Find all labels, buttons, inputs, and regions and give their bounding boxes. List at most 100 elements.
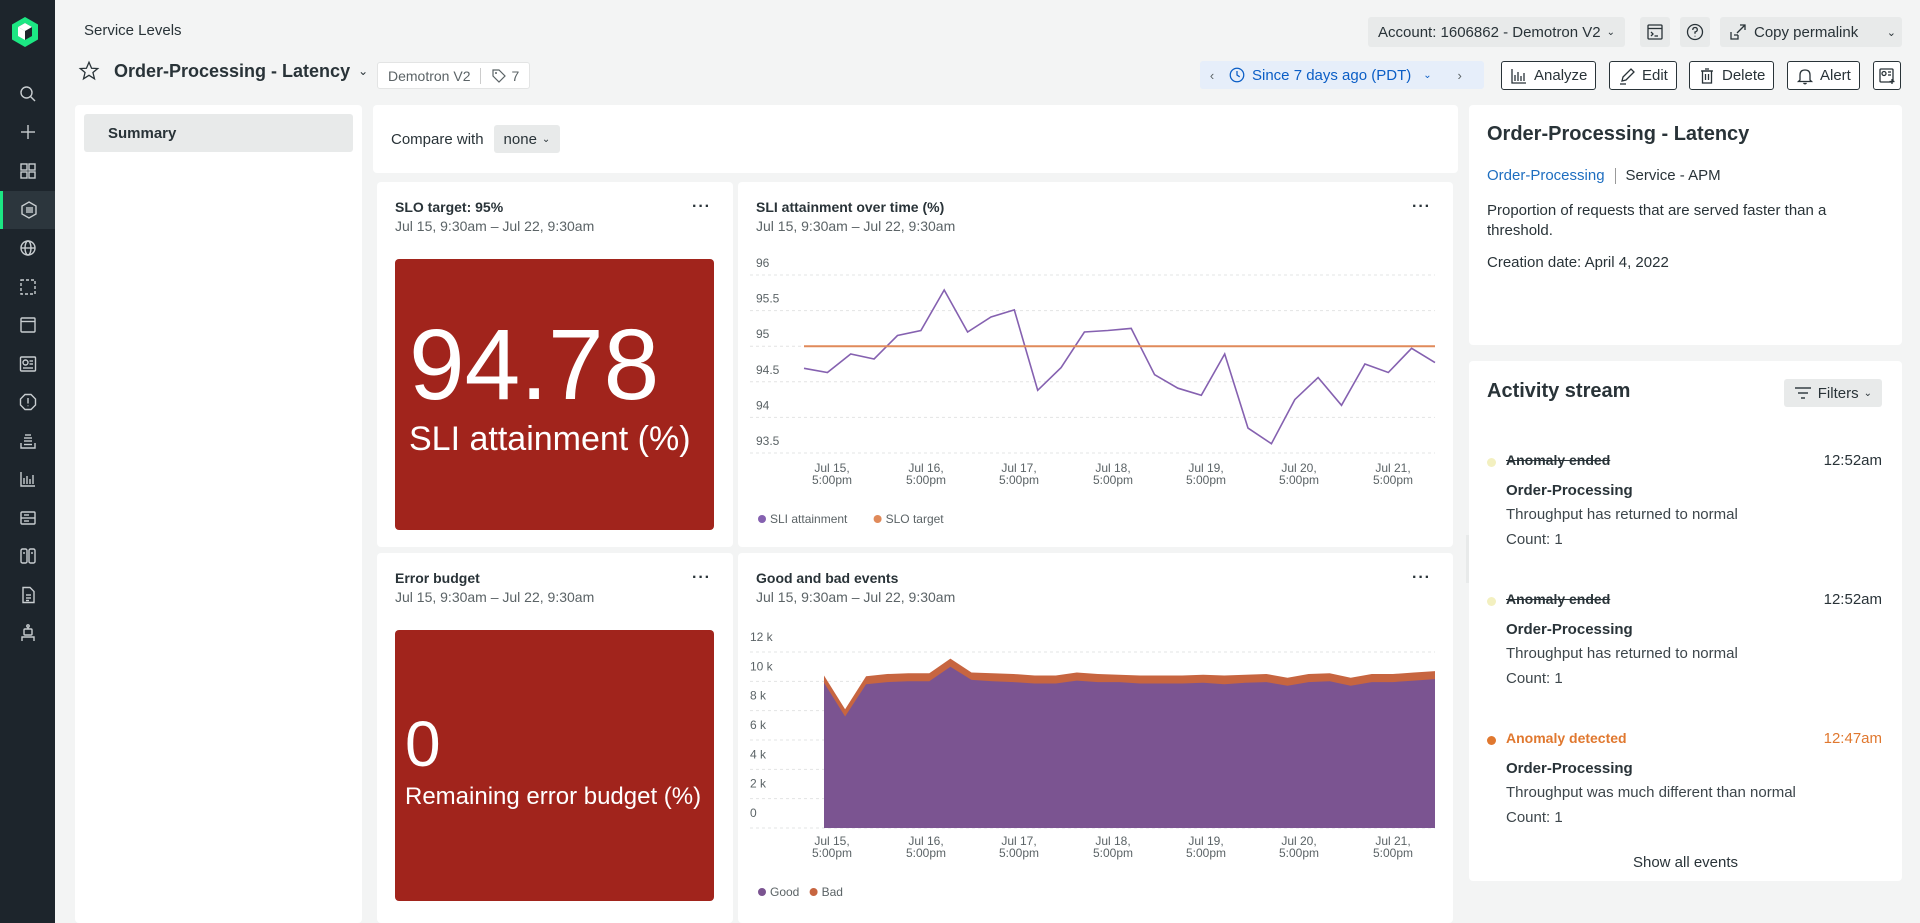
add-to-dashboard-icon: [1879, 67, 1895, 84]
y-tick-label: 0: [750, 806, 757, 820]
help-icon[interactable]: [1680, 17, 1710, 47]
time-range-label: Since 7 days ago (PDT): [1252, 66, 1412, 84]
search-icon[interactable]: [0, 75, 55, 113]
events-area-chart: 12 k 10 k 8 k 6 k 4 k 2 k 0 Jul 15, 5:00pm Jul 16…: [750, 630, 1435, 899]
more-options-icon[interactable]: ···: [1412, 569, 1431, 587]
workloads-icon[interactable]: [0, 537, 55, 575]
activity-event[interactable]: Anomaly ended 12:52am Order-Processing Thro…: [1469, 450, 1902, 570]
event-time: 12:52am: [1823, 452, 1882, 469]
entity-link[interactable]: Order-Processing: [1487, 167, 1605, 184]
account-selector-label: Account: 1606862 - Demotron V2: [1378, 23, 1601, 41]
x-tick-label: Jul 19, 5:00pm: [1186, 834, 1226, 860]
add-to-dashboard-button[interactable]: [1873, 61, 1901, 90]
chevron-down-icon[interactable]: ⌄: [1887, 26, 1896, 39]
legend-label: Bad: [822, 885, 843, 899]
query-chart-icon[interactable]: [0, 460, 55, 498]
service-levels-icon[interactable]: [0, 191, 55, 229]
tag-count: 7: [511, 67, 520, 84]
sli-description: Proportion of requests that are served f…: [1487, 202, 1827, 239]
alert-button[interactable]: Alert: [1787, 61, 1860, 90]
more-options-icon[interactable]: ···: [1412, 198, 1431, 216]
y-tick-label: 95: [756, 327, 770, 341]
event-entity: Order-Processing: [1506, 621, 1633, 638]
edit-button[interactable]: Edit: [1609, 61, 1677, 90]
y-tick-label: 93.5: [756, 434, 780, 448]
y-tick-label: 96: [756, 256, 770, 270]
activity-event[interactable]: Anomaly ended 12:52am Order-Processing Thro…: [1469, 589, 1902, 709]
billboard-label: Remaining error budget (%): [405, 783, 702, 810]
secondary-nav: Summary: [75, 105, 362, 923]
synthetics-robot-icon[interactable]: [0, 614, 55, 652]
sli-attainment-billboard: 94.78 SLI attainment (%): [395, 259, 714, 530]
event-type: Anomaly ended: [1506, 452, 1611, 468]
clock-icon: [1229, 67, 1245, 83]
time-picker[interactable]: ‹ Since 7 days ago (PDT) ⌄ ›: [1200, 61, 1484, 89]
browser-window-icon[interactable]: [0, 306, 55, 344]
chevron-down-icon: ⌄: [541, 133, 551, 145]
bell-icon: [1796, 68, 1814, 84]
document-icon[interactable]: [0, 576, 55, 614]
browser-select-icon[interactable]: [0, 268, 55, 306]
compare-label: Compare with: [391, 130, 484, 148]
alerts-icon[interactable]: [0, 383, 55, 421]
x-tick-label: Jul 15, 5:00pm: [812, 461, 852, 487]
previous-range-icon[interactable]: ‹: [1200, 68, 1224, 83]
more-options-icon[interactable]: ···: [692, 198, 711, 216]
more-options-icon[interactable]: ···: [692, 569, 711, 587]
analyze-button[interactable]: Analyze: [1501, 61, 1597, 90]
event-status-dot: [1487, 736, 1496, 745]
tag-icon: [492, 68, 507, 83]
trash-icon: [1701, 67, 1713, 84]
x-tick-label: Jul 19, 5:00pm: [1186, 461, 1226, 487]
x-tick-label: Jul 17, 5:00pm: [999, 834, 1039, 860]
terminal-icon[interactable]: [1640, 17, 1670, 47]
globe-icon[interactable]: [0, 229, 55, 267]
legend-label: SLO target: [886, 512, 945, 526]
account-selector[interactable]: Account: 1606862 - Demotron V2 ⌄: [1368, 17, 1626, 47]
good-events-area: [824, 666, 1435, 828]
logs-icon[interactable]: [0, 422, 55, 460]
card-time-range: Jul 15, 9:30am – Jul 22, 9:30am: [756, 589, 956, 605]
add-icon[interactable]: [0, 113, 55, 151]
entity-type: Service - APM: [1625, 167, 1721, 184]
event-time: 12:52am: [1823, 591, 1882, 608]
secondary-nav-summary[interactable]: Summary: [84, 114, 353, 152]
card-time-range: Jul 15, 9:30am – Jul 22, 9:30am: [395, 589, 595, 605]
share-link-icon: [1730, 24, 1746, 40]
activity-event[interactable]: Anomaly detected 12:47am Order-Processing T…: [1469, 728, 1902, 848]
filters-button[interactable]: Filters ⌄: [1783, 379, 1882, 407]
x-tick-label: Jul 21, 5:00pm: [1373, 834, 1413, 860]
new-relic-logo[interactable]: [10, 16, 40, 48]
legend-marker: [809, 888, 818, 896]
infrastructure-icon[interactable]: [0, 499, 55, 537]
card-title: SLI attainment over time (%): [756, 199, 945, 215]
copy-permalink-button[interactable]: Copy permalink ⌄: [1720, 17, 1902, 47]
event-time: 12:47am: [1823, 730, 1882, 747]
apps-grid-icon[interactable]: [0, 152, 55, 190]
show-all-events-link[interactable]: Show all events: [1469, 854, 1902, 871]
good-bad-events-card: Good and bad events Jul 15, 9:30am – Jul…: [738, 553, 1453, 923]
card-time-range: Jul 15, 9:30am – Jul 22, 9:30am: [395, 218, 595, 234]
x-tick-label: Jul 18, 5:00pm: [1093, 834, 1133, 860]
legend-marker: [758, 515, 766, 523]
compare-select[interactable]: none ⌄: [493, 125, 561, 153]
chevron-down-icon[interactable]: ⌄: [358, 64, 368, 78]
alert-label: Alert: [1820, 67, 1851, 84]
edit-label: Edit: [1642, 67, 1668, 84]
x-tick-label: Jul 20, 5:00pm: [1279, 461, 1319, 487]
delete-button[interactable]: Delete: [1689, 61, 1775, 90]
card-title: Good and bad events: [756, 570, 899, 586]
error-budget-card: Error budget Jul 15, 9:30am – Jul 22, 9:…: [377, 553, 733, 923]
copy-permalink-label: Copy permalink: [1754, 23, 1859, 41]
favorite-star-icon[interactable]: [78, 60, 100, 82]
next-range-icon[interactable]: ›: [1448, 68, 1472, 83]
entity-tags[interactable]: Demotron V2 7: [377, 62, 531, 89]
card-time-range: Jul 15, 9:30am – Jul 22, 9:30am: [756, 218, 956, 234]
breadcrumb[interactable]: Service Levels: [84, 22, 182, 39]
x-tick-label: Jul 20, 5:00pm: [1279, 834, 1319, 860]
event-count: Count: 1: [1506, 809, 1563, 826]
error-budget-billboard: 0 Remaining error budget (%): [395, 630, 714, 901]
event-status-dot: [1487, 458, 1496, 467]
y-tick-label: 94.5: [756, 363, 780, 377]
dashboards-icon[interactable]: [0, 345, 55, 383]
